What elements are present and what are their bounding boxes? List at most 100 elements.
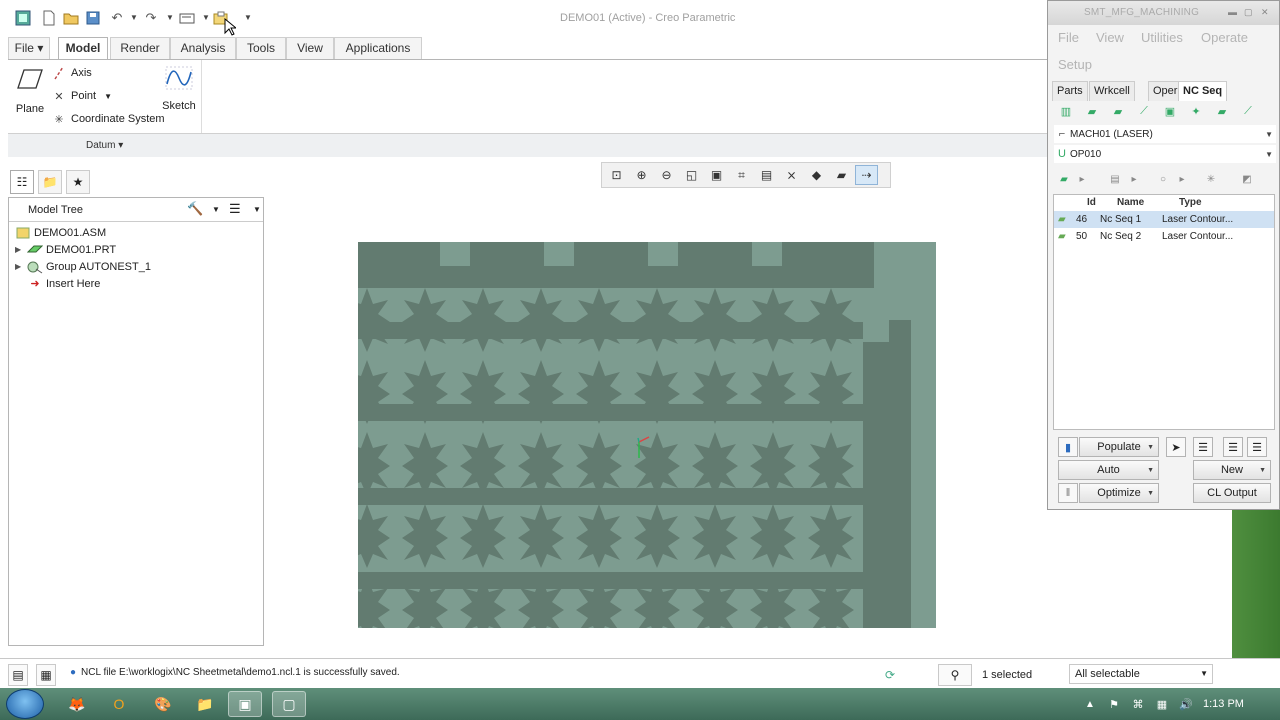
undo-icon[interactable]: ↶ bbox=[108, 8, 126, 28]
workcell-dropdown-icon[interactable]: ▼ bbox=[1265, 130, 1273, 139]
nibble-seq-icon[interactable]: ▰ bbox=[1210, 102, 1234, 120]
tree-filter-dropdown-icon[interactable]: ▼ bbox=[253, 205, 261, 214]
close-icon[interactable]: ✕ bbox=[1261, 7, 1269, 18]
tree-item[interactable]: ▶ DEMO01.PRT bbox=[15, 241, 116, 258]
model-tree-tab-icon[interactable]: ☷ bbox=[10, 170, 34, 194]
select-pointer-icon[interactable]: ➤ bbox=[1166, 437, 1186, 457]
table-row[interactable]: ▰ 50 Nc Seq 2 Laser Contour... bbox=[1054, 228, 1274, 245]
table-row[interactable]: ▰ 46 Nc Seq 1 Laser Contour... bbox=[1054, 211, 1274, 228]
find-icon[interactable]: ⚲ bbox=[938, 664, 972, 686]
minimize-icon[interactable]: ▬ bbox=[1228, 7, 1237, 17]
display-style-icon[interactable]: ▣ bbox=[705, 165, 728, 185]
tab-applications[interactable]: Applications bbox=[334, 37, 422, 59]
tab-parts[interactable]: Parts bbox=[1052, 81, 1088, 101]
view-manager-icon[interactable]: ▤ bbox=[755, 165, 778, 185]
expand-arrow-icon[interactable]: ▶ bbox=[15, 245, 27, 254]
redo-icon[interactable]: ↷ bbox=[142, 8, 160, 28]
zoom-in-icon[interactable]: ⊕ bbox=[630, 165, 653, 185]
contour-seq-icon[interactable]: ▰ bbox=[1080, 102, 1104, 120]
creo-taskbar-icon[interactable]: ▣ bbox=[228, 691, 262, 717]
sequence-tool-icon[interactable]: ▰ bbox=[1054, 169, 1074, 189]
undo-dropdown-icon[interactable]: ▼ bbox=[130, 13, 138, 22]
browser-toggle-icon[interactable]: ▦ bbox=[36, 664, 56, 686]
windows-dropdown-icon[interactable]: ▼ bbox=[202, 13, 210, 22]
circle-tool-arrow-icon[interactable]: ▸ bbox=[1178, 169, 1186, 189]
volume-icon[interactable]: 🔊 bbox=[1176, 691, 1196, 717]
maximize-icon[interactable]: ▢ bbox=[1244, 7, 1253, 18]
workcell-select[interactable]: ⌐ MACH01 (LASER) ▼ bbox=[1054, 125, 1276, 143]
point-button[interactable]: ✕ Point ▼ bbox=[52, 89, 112, 103]
list-view-arrow-icon[interactable]: ▸ bbox=[1130, 169, 1138, 189]
tree-settings-icon[interactable]: 🔨 bbox=[187, 201, 203, 217]
open-folder-icon[interactable] bbox=[62, 8, 80, 28]
cl-output-button[interactable]: CL Output bbox=[1193, 483, 1271, 503]
point-tool-icon[interactable]: ✳ bbox=[1200, 169, 1222, 189]
tab-analysis[interactable]: Analysis bbox=[170, 37, 236, 59]
align-center-icon[interactable]: ☰ bbox=[1223, 437, 1243, 457]
tree-item[interactable]: DEMO01.ASM bbox=[15, 224, 106, 241]
axis-button[interactable]: Axis bbox=[52, 66, 92, 80]
navigator-toggle-icon[interactable]: ▤ bbox=[8, 664, 28, 686]
selection-filter-select[interactable]: All selectable ▼ bbox=[1069, 664, 1213, 684]
operation-dropdown-icon[interactable]: ▼ bbox=[1265, 150, 1273, 159]
save-icon[interactable] bbox=[84, 8, 102, 28]
menu-utilities[interactable]: Utilities bbox=[1141, 30, 1183, 45]
customize-qat-icon[interactable]: ▼ bbox=[244, 13, 252, 22]
tab-render[interactable]: Render bbox=[110, 37, 170, 59]
tree-item[interactable]: ➜ Insert Here bbox=[15, 275, 100, 292]
sequence-tool-arrow-icon[interactable]: ▸ bbox=[1078, 169, 1086, 189]
optimize-button[interactable]: Optimize ▼ bbox=[1079, 483, 1159, 503]
filter-dropdown-icon[interactable]: ▼ bbox=[1200, 669, 1208, 678]
shear-seq-icon[interactable]: ⟋ bbox=[1236, 102, 1260, 120]
start-button[interactable] bbox=[6, 689, 44, 719]
explorer-icon[interactable]: 📁 bbox=[188, 691, 222, 717]
regenerate-status-icon[interactable]: ⟳ bbox=[878, 664, 902, 686]
tray-flag-icon[interactable]: ⚑ bbox=[1104, 691, 1124, 717]
area-seq-icon[interactable]: ▣ bbox=[1158, 102, 1182, 120]
point-dropdown-icon[interactable]: ▼ bbox=[104, 92, 112, 101]
firefox-icon[interactable]: 🦊 bbox=[60, 691, 94, 717]
coordinate-system-button[interactable]: ✳ Coordinate System bbox=[52, 112, 164, 126]
align-left-icon[interactable]: ☰ bbox=[1193, 437, 1213, 457]
sketch-button[interactable]: Sketch bbox=[161, 66, 197, 112]
circle-tool-icon[interactable]: ○ bbox=[1152, 169, 1174, 189]
network-icon[interactable]: ▦ bbox=[1152, 691, 1172, 717]
refit-icon[interactable]: ⊡ bbox=[605, 165, 628, 185]
window-taskbar-icon[interactable]: ▢ bbox=[272, 691, 306, 717]
datum-group-button[interactable]: Datum ▾ bbox=[86, 140, 123, 151]
populate-button[interactable]: Populate ▼ bbox=[1079, 437, 1159, 457]
datum-display-icon[interactable]: ⨯ bbox=[780, 165, 803, 185]
menu-setup[interactable]: Setup bbox=[1058, 57, 1092, 72]
profile-seq-icon[interactable]: ▰ bbox=[1106, 102, 1130, 120]
redo-dropdown-icon[interactable]: ▼ bbox=[166, 13, 174, 22]
new-file-icon[interactable] bbox=[40, 8, 58, 28]
outlook-icon[interactable]: O bbox=[102, 691, 136, 717]
align-justify-icon[interactable]: ☰ bbox=[1247, 437, 1267, 457]
trajectory-seq-icon[interactable]: ⟋ bbox=[1132, 102, 1156, 120]
zoom-out-icon[interactable]: ⊖ bbox=[655, 165, 678, 185]
tab-wrkcell[interactable]: Wrkcell bbox=[1089, 81, 1135, 101]
auto-button[interactable]: Auto ▼ bbox=[1058, 460, 1159, 480]
tab-nc-seq[interactable]: NC Seq bbox=[1178, 81, 1228, 101]
tray-expand-icon[interactable]: ▲ bbox=[1082, 691, 1098, 717]
edge-tool-icon[interactable]: ◩ bbox=[1236, 169, 1258, 189]
tab-tools[interactable]: Tools bbox=[236, 37, 286, 59]
favorites-tab-icon[interactable]: ★ bbox=[66, 170, 90, 194]
mill-seq-icon[interactable]: ▥ bbox=[1054, 102, 1078, 120]
plane-button[interactable]: Plane bbox=[14, 68, 46, 115]
folder-browser-tab-icon[interactable]: 📁 bbox=[38, 170, 62, 194]
new-button[interactable]: New ▼ bbox=[1193, 460, 1271, 480]
tree-settings-dropdown-icon[interactable]: ▼ bbox=[212, 205, 220, 214]
menu-operate[interactable]: Operate bbox=[1201, 30, 1248, 45]
paint-icon[interactable]: 🎨 bbox=[146, 691, 180, 717]
toolpath-display-icon[interactable]: ▰ bbox=[830, 165, 853, 185]
menu-file[interactable]: File bbox=[1058, 30, 1079, 45]
list-view-icon[interactable]: ▤ bbox=[1104, 169, 1126, 189]
expand-arrow-icon[interactable]: ▶ bbox=[15, 262, 27, 271]
graphics-viewport[interactable] bbox=[358, 242, 936, 628]
punch-seq-icon[interactable]: ✦ bbox=[1184, 102, 1208, 120]
saved-orientations-icon[interactable]: ⌗ bbox=[730, 165, 753, 185]
tab-file[interactable]: File ▾ bbox=[8, 37, 50, 59]
repaint-icon[interactable]: ◱ bbox=[680, 165, 703, 185]
dialog-titlebar[interactable]: SMT_MFG_MACHINING ▬ ▢ ✕ bbox=[1048, 1, 1279, 25]
